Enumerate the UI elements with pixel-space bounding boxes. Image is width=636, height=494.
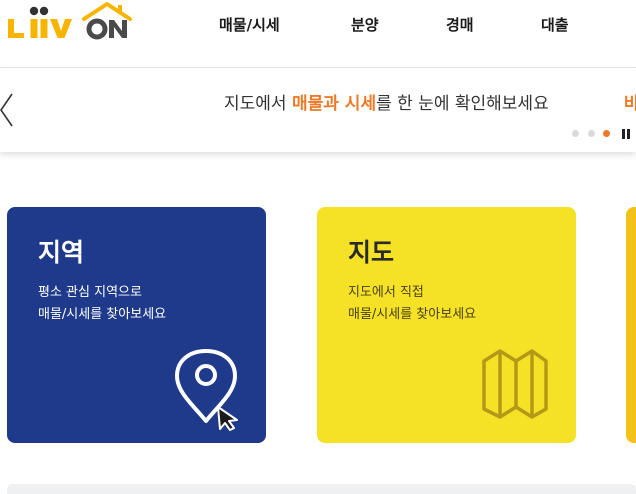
banner-text-highlight: 매물과 시세 (291, 94, 377, 114)
slide-dot-1[interactable] (572, 130, 579, 137)
card-desc-region-line1: 평소 관심 지역으로 (38, 285, 142, 300)
top-header: 매물/시세 분양 경매 대출 (0, 0, 636, 68)
nav-item-auction[interactable]: 경매 (446, 14, 474, 35)
banner-message[interactable]: 지도에서 매물과 시세를 한 눈에 확인해보세요 (224, 89, 549, 114)
banner-text-post: 를 한 눈에 확인해보세요 (376, 94, 549, 114)
banner-text-pre: 지도에서 (224, 94, 292, 114)
card-desc-map-line1: 지도에서 직접 (348, 285, 424, 300)
card-desc-map-line2: 매물/시세를 찾아보세요 (348, 307, 477, 322)
region-search-card[interactable]: 지역 평소 관심 지역으로 매물/시세를 찾아보세요 (7, 207, 266, 443)
card-desc-region: 평소 관심 지역으로 매물/시세를 찾아보세요 (38, 282, 166, 326)
bottom-section-edge (7, 484, 636, 494)
location-pin-cursor-icon (173, 349, 245, 435)
map-search-card[interactable]: 지도 지도에서 직접 매물/시세를 찾아보세요 (317, 207, 576, 443)
card-desc-map: 지도에서 직접 매물/시세를 찾아보세요 (348, 282, 476, 326)
slide-dot-3[interactable] (603, 130, 610, 137)
main-nav: 매물/시세 분양 경매 대출 (0, 14, 636, 38)
chevron-left-icon[interactable] (0, 92, 16, 128)
card-title-map: 지도 (348, 238, 395, 267)
nav-item-listings[interactable]: 매물/시세 (219, 14, 280, 35)
nav-item-loan[interactable]: 대출 (541, 14, 569, 35)
third-search-card[interactable] (626, 207, 636, 443)
banner-next-preview: 바 (624, 94, 636, 114)
notice-banner: 지도에서 매물과 시세를 한 눈에 확인해보세요 바 (0, 68, 636, 152)
nav-item-presale[interactable]: 분양 (351, 14, 379, 35)
pause-icon[interactable] (622, 129, 630, 139)
card-title-region: 지역 (38, 238, 85, 267)
folded-map-icon (480, 347, 552, 425)
card-desc-region-line2: 매물/시세를 찾아보세요 (38, 307, 167, 322)
slide-dot-2[interactable] (588, 130, 595, 137)
